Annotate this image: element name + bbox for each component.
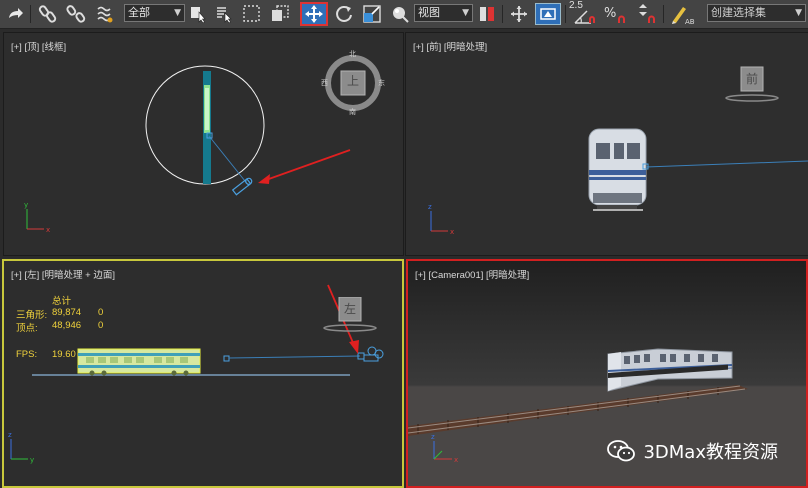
bind-spacewarp-icon[interactable] [93, 3, 117, 25]
wechat-icon [607, 440, 636, 462]
compass-north-label: 北 [349, 50, 356, 58]
viewport-camera[interactable]: [+] [Camera001] [明暗处理] z x 3DMax教程资源 [406, 259, 808, 488]
svg-text:z: z [428, 203, 432, 211]
coord-system-value: 视图 [418, 6, 440, 19]
selection-filter-value: 全部 [128, 6, 150, 19]
selection-filter-dropdown[interactable]: 全部 ▼ [124, 4, 185, 22]
align-icon[interactable] [507, 3, 531, 25]
place-icon[interactable] [388, 3, 412, 25]
svg-text:ABC: ABC [685, 18, 695, 25]
svg-text:y: y [24, 201, 28, 209]
main-toolbar: 全部 ▼ 视图 ▼ 2.5 % AB 创建选择集 ▼ [0, 0, 808, 29]
rect-selection-icon[interactable] [240, 3, 264, 25]
viewport-top[interactable]: [+] [顶] [线框] y x 上 北 南 西 东 [3, 32, 404, 256]
watermark-text: 3DMax教程资源 [643, 442, 778, 463]
angle-snap-icon[interactable]: 2.5 [569, 0, 599, 25]
selection-set-placeholder: 创建选择集 [711, 6, 766, 19]
compass-south-label: 南 [349, 108, 356, 116]
viewport-front[interactable]: [+] [前] [明暗处理] z x 前 [405, 32, 808, 256]
chevron-down-icon: ▼ [795, 8, 802, 18]
window-crossing-icon[interactable] [268, 3, 292, 25]
select-by-name-icon[interactable] [213, 3, 235, 25]
svg-text:x: x [454, 456, 458, 464]
mirror-icon[interactable] [475, 3, 499, 25]
select-scale-icon[interactable] [360, 3, 384, 25]
compass-east-label: 东 [378, 79, 385, 87]
reference-coord-dropdown[interactable]: 视图 ▼ [414, 4, 473, 22]
svg-text:z: z [8, 431, 12, 439]
3dsmax-window: 全部 ▼ 视图 ▼ 2.5 % AB 创建选择集 ▼ [+] [顶] [线框] … [0, 0, 808, 488]
select-object-icon[interactable] [187, 3, 209, 25]
viewcube-face-top[interactable]: 上 [345, 72, 361, 89]
chevron-down-icon: ▼ [174, 8, 181, 18]
svg-text:z: z [431, 433, 435, 441]
select-rotate-icon[interactable] [332, 3, 356, 25]
svg-text:%: % [604, 6, 616, 21]
left-view-scene: z y [8, 284, 384, 464]
watermark: 3DMax教程资源 [607, 438, 778, 464]
viewcube-face-left[interactable]: 左 [342, 300, 358, 317]
chevron-down-icon: ▼ [462, 8, 469, 18]
viewport-left[interactable]: [+] [左] [明暗处理 + 边面] 总计 三角形: 89,874 0 顶点:… [2, 259, 404, 488]
unlink-icon[interactable] [64, 3, 88, 25]
svg-text:x: x [46, 226, 50, 234]
link-icon[interactable] [36, 3, 60, 25]
viewcube-face-front[interactable]: 前 [744, 70, 760, 87]
percent-snap-icon[interactable]: % [602, 3, 632, 25]
svg-text:x: x [450, 228, 454, 236]
edit-named-selection-icon[interactable]: ABC [668, 3, 696, 25]
viewcube-left[interactable]: 左 [322, 297, 378, 333]
compass-west-label: 西 [321, 79, 328, 87]
named-selection-set-dropdown[interactable]: 创建选择集 ▼ [707, 4, 806, 22]
select-move-icon[interactable] [300, 2, 328, 26]
svg-text:y: y [30, 456, 34, 464]
viewcube-top[interactable]: 上 北 南 西 东 [321, 50, 385, 116]
viewcube-front[interactable]: 前 [724, 65, 780, 103]
undo-redo-icon[interactable] [4, 3, 28, 25]
spinner-snap-icon[interactable] [634, 3, 660, 25]
snap-toggle-icon[interactable] [535, 3, 561, 25]
